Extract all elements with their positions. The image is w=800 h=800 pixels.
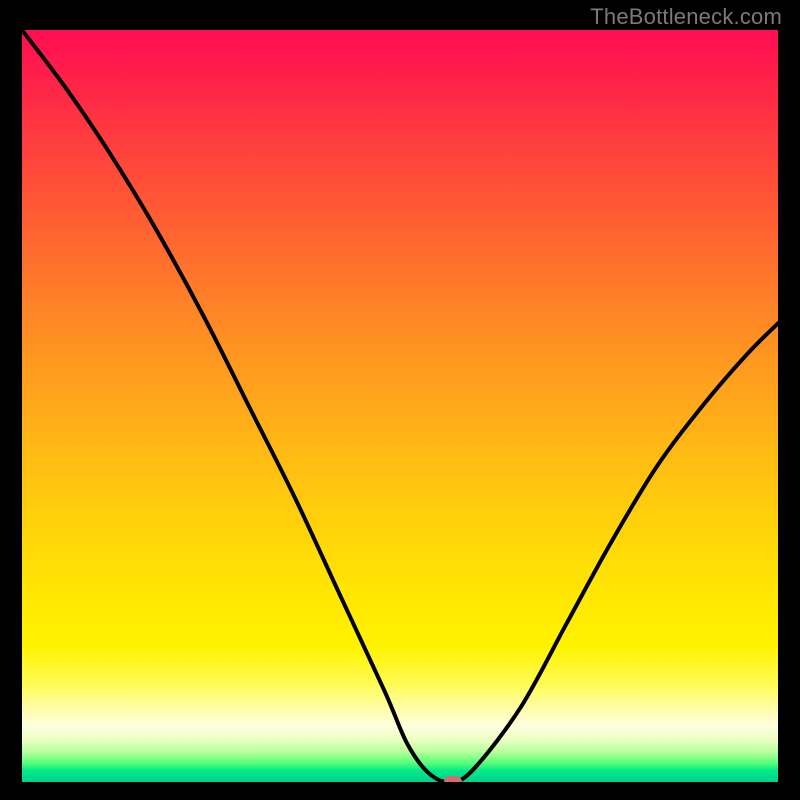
optimal-point-marker bbox=[444, 776, 462, 782]
chart-frame: TheBottleneck.com bbox=[0, 0, 800, 800]
watermark-text: TheBottleneck.com bbox=[590, 4, 782, 30]
plot-area bbox=[22, 30, 778, 782]
bottleneck-curve bbox=[22, 30, 778, 782]
curve-path bbox=[22, 30, 778, 782]
